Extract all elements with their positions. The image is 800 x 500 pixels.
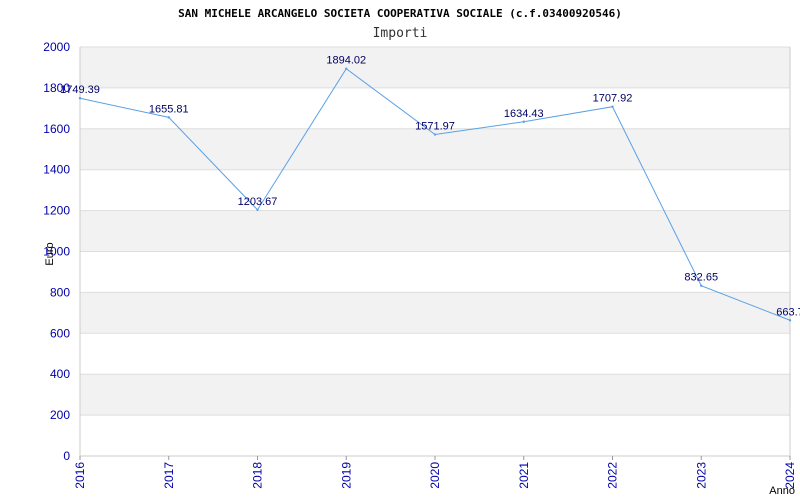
x-tick-label: 2020 (428, 462, 442, 489)
data-label: 1571.97 (415, 121, 455, 133)
data-point (700, 284, 703, 287)
x-tick-label: 2022 (606, 462, 620, 489)
data-point (345, 67, 348, 70)
y-tick-label: 400 (50, 367, 70, 381)
data-label: 1707.92 (593, 93, 633, 105)
y-tick-label: 1600 (43, 122, 70, 136)
data-label: 1203.67 (238, 196, 278, 208)
y-tick-label: 1400 (43, 163, 70, 177)
data-point (433, 133, 437, 136)
x-tick-label: 2023 (694, 462, 708, 489)
data-point (788, 319, 792, 322)
data-labels: 1749.39 1655.81 1203.67 1894.02 1571.97 1634.… (60, 55, 800, 319)
y-tick-label: 600 (50, 326, 70, 340)
y-axis-label: Euro (44, 242, 56, 265)
x-tick-label: 2019 (339, 462, 353, 489)
grid-band (80, 210, 790, 252)
data-label: 1749.39 (60, 84, 100, 96)
x-tick-label: 2021 (517, 462, 531, 489)
grid-band (80, 47, 790, 88)
data-label: 663.7 (776, 306, 800, 318)
data-label: 832.65 (684, 272, 718, 284)
grid-band (80, 374, 790, 416)
grid-band (80, 292, 790, 334)
data-label: 1894.02 (326, 55, 366, 67)
data-point (522, 120, 525, 123)
x-tick-label: 2018 (251, 462, 265, 489)
x-axis-label: Anno (769, 485, 795, 497)
y-tick-label: 1200 (43, 204, 70, 218)
y-tick-label: 800 (50, 285, 70, 299)
line-chart: SAN MICHELE ARCANGELO SOCIETA COOPERATIV… (43, 7, 800, 497)
y-tick-label: 2000 (43, 40, 70, 54)
x-tick-label: 2017 (162, 462, 176, 489)
x-axis-ticks: 2016 2017 2018 2019 2020 2021 2022 2023 2024 (73, 456, 797, 489)
data-point (256, 208, 259, 212)
grid-bands (80, 47, 790, 416)
chart-title: SAN MICHELE ARCANGELO SOCIETA COOPERATIV… (178, 7, 622, 20)
data-point (78, 97, 82, 100)
chart-subtitle: Importi (373, 26, 428, 41)
data-point (167, 116, 170, 119)
y-tick-label: 0 (63, 449, 70, 463)
data-label: 1655.81 (149, 103, 189, 115)
y-tick-label: 200 (50, 408, 70, 422)
data-point (611, 105, 614, 108)
x-tick-label: 2016 (73, 462, 87, 489)
data-label: 1634.43 (504, 108, 544, 120)
